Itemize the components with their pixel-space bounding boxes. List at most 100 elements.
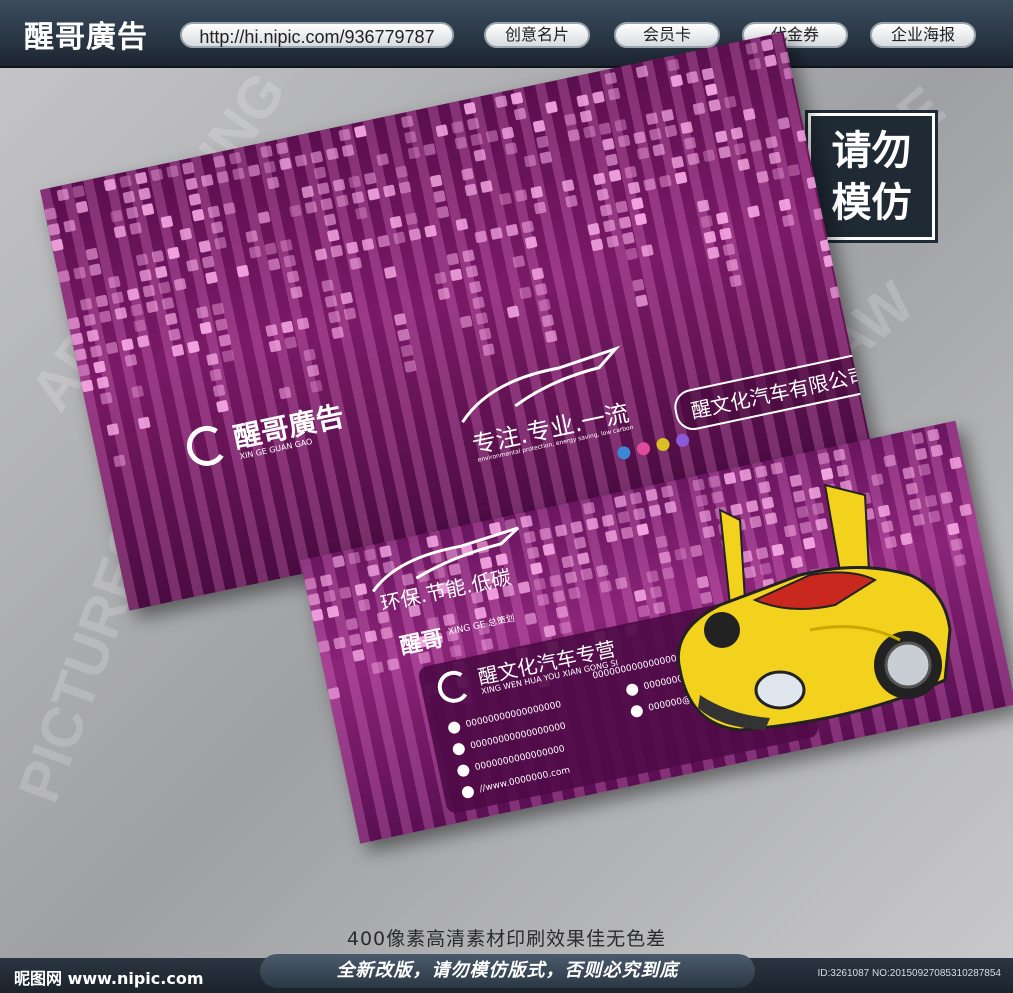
mosaic-tile (749, 139, 763, 153)
mosaic-tile (423, 143, 437, 157)
mosaic-tile (533, 201, 547, 215)
mosaic-tile (658, 174, 672, 188)
nav-member-card[interactable]: 会员卡 (614, 22, 720, 48)
mosaic-tile (836, 464, 850, 478)
mosaic-tile (567, 128, 581, 142)
mosaic-tile (636, 146, 650, 160)
mosaic-tile (548, 574, 562, 588)
mosaic-tile (119, 174, 133, 189)
company-logo-icon (434, 667, 473, 706)
phone-icon (451, 742, 466, 757)
mosaic-tile (592, 172, 606, 186)
footer-bar: 昵图网 www.nipic.com 全新改版，请勿模仿版式，否则必究到底 ID:… (0, 954, 1013, 993)
nav-poster[interactable]: 企业海报 (870, 22, 976, 48)
mosaic-tile (590, 238, 604, 252)
mosaic-tile (314, 247, 328, 261)
mosaic-tile (214, 318, 228, 332)
mosaic-tile (380, 626, 394, 640)
mosaic-tile (512, 254, 526, 269)
mosaic-tile (700, 215, 714, 229)
mosaic-tile (264, 242, 278, 256)
mosaic-tile (195, 305, 210, 319)
mosaic-tile (301, 185, 315, 199)
nav-business-card[interactable]: 创意名片 (484, 22, 590, 48)
mosaic-tile (733, 142, 747, 156)
mosaic-tile (643, 178, 657, 192)
mosaic-tile (125, 206, 139, 220)
mosaic-tile (79, 297, 93, 311)
mosaic-tile (341, 144, 355, 158)
brand-logo[interactable]: 醒哥廣告 (24, 12, 148, 56)
mosaic-tile (142, 284, 156, 298)
mosaic-tile (245, 229, 259, 244)
mosaic-tile (561, 555, 575, 569)
mosaic-tile (95, 294, 109, 308)
mosaic-tile (145, 300, 159, 314)
mosaic-tile (408, 227, 422, 242)
mosaic-tile (529, 562, 543, 576)
mosaic-tile (615, 200, 629, 214)
mosaic-tile (138, 187, 152, 201)
mosaic-tile (604, 529, 618, 543)
mosaic-tile (77, 363, 91, 377)
mosaic-tile (764, 54, 778, 68)
mosaic-tile (289, 285, 303, 299)
mosaic-tile (343, 307, 357, 321)
mosaic-tile (284, 336, 298, 350)
mosaic-tile (683, 136, 697, 150)
mosaic-tile (544, 100, 559, 114)
mosaic-tile (722, 243, 736, 257)
mosaic-tile (236, 264, 250, 278)
mosaic-tile (606, 235, 620, 249)
mosaic-tile (326, 228, 340, 243)
mosaic-tile (514, 189, 528, 203)
mosaic-tile (459, 315, 473, 329)
mosaic-tile (50, 238, 64, 252)
mosaic-tile (535, 135, 550, 149)
mosaic-tile (446, 252, 460, 266)
mosaic-tile (185, 177, 199, 191)
mosaic-tile (361, 237, 375, 252)
mosaic-tile (703, 230, 717, 244)
mosaic-tile (133, 319, 147, 333)
mosaic-tile (364, 629, 378, 643)
mosaic-tile (564, 571, 578, 585)
mosaic-tile (199, 321, 213, 335)
mosaic-tile (154, 265, 168, 279)
mosaic-tile (93, 360, 107, 374)
mosaic-tile (561, 179, 575, 193)
mosaic-tile (629, 491, 643, 505)
url-link[interactable]: http://hi.nipic.com/936779787 (180, 22, 454, 48)
mosaic-tile (111, 291, 125, 305)
mosaic-tile (83, 313, 97, 327)
mosaic-tile (279, 238, 293, 253)
mosaic-tile (407, 146, 421, 160)
mosaic-tile (424, 224, 438, 238)
mosaic-tile (345, 241, 359, 255)
mosaic-tile (817, 451, 831, 465)
mosaic-tile (257, 210, 271, 225)
mosaic-tile (465, 264, 479, 279)
mosaic-tile (620, 526, 634, 540)
nipic-logo[interactable]: 昵图网 www.nipic.com (14, 965, 204, 989)
mosaic-tile (320, 197, 334, 211)
mosaic-tile (701, 67, 715, 81)
mosaic-tile (480, 637, 494, 651)
mosaic-tile (475, 311, 489, 325)
mosaic-tile (395, 165, 409, 179)
mosaic-tile (332, 554, 346, 569)
mosaic-tile (278, 386, 292, 400)
mosaic-tile (389, 215, 403, 229)
mosaic-tile (383, 265, 397, 279)
mosaic-tile (554, 524, 568, 538)
mosaic-tile (335, 194, 349, 208)
mosaic-tile (645, 488, 659, 502)
mosaic-tile (124, 353, 138, 367)
mosaic-tile (674, 171, 688, 185)
mosaic-tile (595, 564, 609, 578)
mosaic-tile (136, 334, 150, 348)
mosaic-tile (186, 340, 201, 354)
mosaic-tile (110, 209, 124, 223)
mosaic-tile (632, 507, 646, 521)
mosaic-tile (275, 141, 289, 155)
